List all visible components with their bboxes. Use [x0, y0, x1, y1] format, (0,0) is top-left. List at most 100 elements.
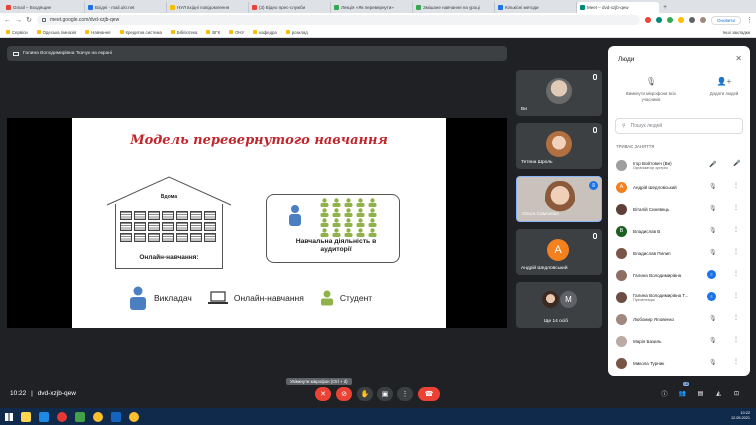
start-icon[interactable]	[5, 412, 13, 421]
participant-name: Владислав Пилип	[633, 251, 713, 256]
extension-icon[interactable]	[667, 17, 674, 23]
bookmark-item[interactable]: ОНУ	[229, 30, 244, 35]
browser-tab[interactable]: НУЛ вхідні повідомлення	[167, 2, 249, 13]
menu-icon[interactable]: ⋮	[746, 16, 753, 24]
camera-toggle-button[interactable]: ⊘	[336, 387, 352, 401]
participant-role: Презентація	[633, 297, 655, 302]
more-participants-tile[interactable]: М Ще 14 осіб	[516, 282, 602, 328]
mic-off-icon[interactable]: 🎙	[709, 183, 717, 190]
participant-tile[interactable]: Ви	[516, 70, 602, 116]
more-icon[interactable]: ⋮	[733, 270, 739, 277]
meeting-clock: 10:22	[10, 390, 27, 397]
more-icon[interactable]: ⋮	[733, 248, 739, 255]
bookmark-item[interactable]: Кредитна система	[119, 30, 162, 35]
update-button[interactable]: Оновити	[711, 15, 741, 25]
mic-off-icon[interactable]: 🎙	[709, 205, 717, 212]
activities-icon[interactable]: ◭	[714, 389, 723, 398]
new-tab-icon[interactable]: +	[663, 2, 667, 13]
browser-tab[interactable]: Gmail – Входящие	[3, 2, 85, 13]
computer-icon	[162, 211, 174, 220]
more-icon[interactable]: ⋮	[733, 292, 739, 299]
add-people-button[interactable]: 👤+ Додати людей	[698, 78, 750, 97]
participant-row[interactable]: Галина Володимирівна ≡ ⋮	[608, 264, 750, 286]
extensions-puzzle-icon[interactable]	[689, 17, 696, 23]
bookmark-item[interactable]: Бібліотека	[170, 30, 197, 35]
more-icon[interactable]: ⋮	[733, 204, 739, 211]
more-icon[interactable]: ⋮	[733, 182, 739, 189]
browser-tab[interactable]: Кількісні методи	[495, 2, 577, 13]
more-icon[interactable]: ⋮	[733, 336, 739, 343]
browser-tab[interactable]: Вхідні - mail.ukr.net	[85, 2, 167, 13]
bookmark-item[interactable]: ВГК	[206, 30, 220, 35]
presenter-label: Галина Володимирівна Ткачук на екрані	[23, 51, 112, 56]
bookmark-item[interactable]: розклад	[285, 30, 308, 35]
browser-tab[interactable]: Змішане навчання на уроці	[413, 2, 495, 13]
mic-icon[interactable]: 🎤	[709, 161, 716, 168]
other-bookmarks[interactable]: Інші закладки	[723, 30, 750, 35]
chrome-icon[interactable]	[93, 411, 103, 422]
participant-row[interactable]: Галина Володимирівна Т... Презентація ≡ ⋮	[608, 286, 750, 308]
mute-all-button[interactable]: 🎙 Вимкнути мікрофони всіх учасників	[620, 78, 682, 102]
participant-row[interactable]: Віталій Синявець 🎙 ⋮	[608, 198, 750, 220]
participant-row[interactable]: Ігор Войтович (Ви) Організатор зустрічі 🎤 🎤	[608, 154, 750, 176]
panel-title: Люди	[618, 56, 635, 63]
url-field[interactable]: meet.google.com/dvd-xzjb-qew	[37, 15, 641, 25]
participant-row[interactable]: Любомир Яловенко 🎙 ⋮	[608, 308, 750, 330]
computer-icon	[176, 222, 188, 231]
extension-icon[interactable]	[656, 17, 663, 23]
reload-icon[interactable]: ↻	[26, 16, 32, 24]
participant-tile[interactable]: А Андрій Шедловський	[516, 229, 602, 275]
back-icon[interactable]: ←	[4, 17, 11, 24]
mic-off-icon[interactable]: 🎙	[709, 337, 717, 344]
forward-icon[interactable]: →	[15, 17, 22, 24]
folder-icon	[206, 30, 211, 34]
bookmark-item[interactable]: Навчання	[85, 30, 111, 35]
browser-tab[interactable]: (3) Відео прес-служби	[249, 2, 331, 13]
mic-off-icon[interactable]: 🎙	[709, 227, 717, 234]
participant-row[interactable]: В Владислав В 🎙 ⋮	[608, 220, 750, 242]
leave-call-button[interactable]: ☎	[418, 387, 440, 401]
bookmark-item[interactable]: Одеська гімназія	[36, 30, 76, 35]
raise-hand-button[interactable]: ✋	[357, 387, 373, 401]
participant-tile[interactable]: Тетяна Шроль	[516, 123, 602, 169]
extension-icon[interactable]	[678, 17, 685, 23]
search-people-input[interactable]: ⚲ Пошук людей	[615, 118, 743, 134]
file-explorer-icon[interactable]	[21, 411, 31, 422]
computer-icon	[204, 211, 216, 220]
chrome-icon[interactable]	[129, 411, 139, 422]
more-icon[interactable]: ⋮	[733, 314, 739, 321]
bookmark-item[interactable]: кафедра	[253, 30, 277, 35]
participant-row[interactable]: Микола Турник 🎙 ⋮	[608, 352, 750, 374]
opera-icon[interactable]	[57, 411, 67, 422]
chat-icon[interactable]: ▤	[696, 389, 705, 398]
profile-avatar[interactable]	[700, 17, 707, 23]
browser-tab[interactable]: Лекція «Як перевернути»	[331, 2, 413, 13]
browser-tab[interactable]: Meet – dvd-xzjb-qew	[577, 2, 659, 13]
edge-icon[interactable]	[39, 411, 49, 422]
mic-off-icon	[593, 233, 597, 239]
more-icon[interactable]: ⋮	[733, 226, 739, 233]
participant-row[interactable]: А Андрій Шедловський 🎙 ⋮	[608, 176, 750, 198]
present-button[interactable]: ▣	[377, 387, 393, 401]
mic-icon[interactable]: 🎤	[733, 160, 740, 167]
more-icon[interactable]: ⋮	[733, 358, 739, 365]
tab-title: Вхідні - mail.ukr.net	[95, 5, 135, 10]
mic-off-icon[interactable]: 🎙	[709, 249, 717, 256]
people-icon[interactable]: 👥	[678, 389, 687, 398]
more-options-button[interactable]: ⋮	[397, 387, 413, 401]
bookmark-item[interactable]: Сервіси	[6, 30, 28, 35]
lock-icon[interactable]: ⊡	[732, 389, 741, 398]
tab-title: Meet – dvd-xzjb-qew	[587, 5, 629, 10]
close-icon[interactable]: ✕	[735, 54, 742, 63]
participant-tile-video[interactable]: ≡ Ольга Самохвал	[516, 176, 602, 222]
mic-toggle-button[interactable]: ✕	[315, 387, 331, 401]
mic-off-icon[interactable]: 🎙	[709, 315, 717, 322]
participant-row[interactable]: Марія Базиль 🎙 ⋮	[608, 330, 750, 352]
info-icon[interactable]: ⓘ	[660, 389, 669, 398]
skype-icon[interactable]	[75, 411, 85, 422]
folder-icon	[170, 30, 175, 34]
mic-off-icon[interactable]: 🎙	[709, 359, 717, 366]
extension-icon[interactable]	[645, 17, 652, 23]
word-icon[interactable]	[111, 411, 121, 422]
participant-row[interactable]: Владислав Пилип 🎙 ⋮	[608, 242, 750, 264]
